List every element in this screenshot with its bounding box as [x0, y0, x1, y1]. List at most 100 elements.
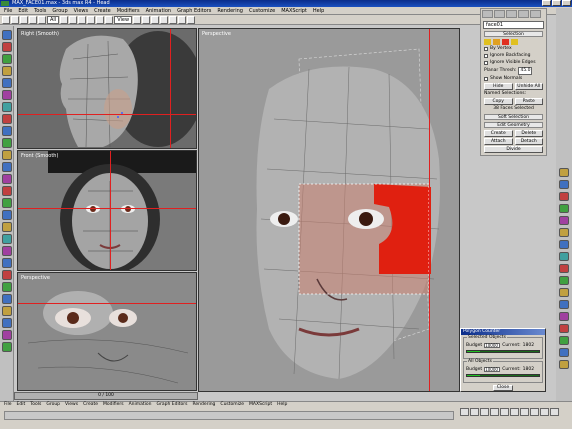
tool-icon[interactable]	[1, 294, 12, 304]
divide-button[interactable]: Divide	[484, 146, 543, 153]
viewport-label[interactable]: Perspective	[21, 275, 50, 281]
tab-hierarchy[interactable]	[506, 10, 517, 18]
reference-coordinate-dropdown[interactable]: View	[114, 15, 133, 24]
paste-button[interactable]: Paste	[514, 98, 543, 105]
tool-icon[interactable]	[1, 186, 12, 196]
tab-modify[interactable]	[494, 10, 505, 18]
vertex-icon[interactable]	[484, 39, 491, 45]
tool-icon[interactable]	[1, 198, 12, 208]
tool-icon[interactable]	[1, 30, 12, 40]
menu-item[interactable]: Graph Editors	[157, 402, 188, 408]
minimize-button[interactable]	[542, 0, 551, 6]
tool-icon[interactable]	[559, 324, 569, 333]
tool-icon[interactable]	[1, 102, 12, 112]
tool-icon[interactable]	[1, 318, 12, 328]
rotate-icon[interactable]	[96, 15, 105, 24]
all-budget-input[interactable]: 10000	[484, 367, 501, 372]
tool-icon[interactable]	[1, 270, 12, 280]
tool-icon[interactable]	[1, 78, 12, 88]
render-scene-icon[interactable]	[178, 15, 187, 24]
menu-item[interactable]: Group	[46, 402, 60, 408]
menu-item[interactable]: MAXScript	[249, 402, 272, 408]
scale-icon[interactable]	[105, 15, 114, 24]
tool-icon[interactable]	[1, 210, 12, 220]
tool-icon[interactable]	[559, 204, 569, 213]
selection-rollout[interactable]: Selection	[484, 31, 543, 37]
align-icon[interactable]	[160, 15, 169, 24]
material-editor-icon[interactable]	[169, 15, 178, 24]
tool-icon[interactable]	[1, 126, 12, 136]
tool-icon[interactable]	[1, 222, 12, 232]
menu-item[interactable]: Create	[83, 402, 98, 408]
menu-item[interactable]: Customize	[220, 402, 244, 408]
copy-button[interactable]: Copy	[484, 98, 513, 105]
tool-icon[interactable]	[559, 348, 569, 357]
mirror-icon[interactable]	[151, 15, 160, 24]
tool-icon[interactable]	[1, 138, 12, 148]
tool-icon[interactable]	[1, 342, 12, 352]
link-icon[interactable]	[20, 15, 28, 24]
undo-icon[interactable]	[2, 15, 10, 24]
tool-icon[interactable]	[559, 276, 569, 285]
tool-icon[interactable]	[1, 42, 12, 52]
maximize-viewport-icon[interactable]	[540, 408, 549, 416]
previous-frame-icon[interactable]	[470, 408, 479, 416]
menu-item[interactable]: Modifiers	[103, 402, 124, 408]
tool-icon[interactable]	[1, 66, 12, 76]
maximize-button[interactable]	[552, 0, 561, 6]
tab-motion[interactable]	[518, 10, 529, 18]
select-object-icon[interactable]	[60, 15, 69, 24]
menu-item[interactable]: Tools	[30, 402, 41, 408]
menu-item[interactable]: Tools	[34, 7, 46, 14]
tool-icon[interactable]	[559, 192, 569, 201]
region-select-icon[interactable]	[78, 15, 87, 24]
viewport-main-perspective[interactable]: Perspective	[198, 28, 460, 392]
next-frame-icon[interactable]	[490, 408, 499, 416]
checkbox[interactable]	[484, 61, 488, 65]
bind-spacewarp-icon[interactable]	[38, 15, 46, 24]
menu-item[interactable]: Animation	[129, 402, 152, 408]
planar-thresh-input[interactable]: 45.0	[518, 67, 533, 75]
checkbox[interactable]	[484, 54, 488, 58]
checkbox[interactable]	[484, 77, 488, 81]
menu-item[interactable]: Views	[65, 402, 78, 408]
menu-item[interactable]: Views	[74, 7, 88, 14]
menu-item[interactable]: Edit	[18, 7, 28, 14]
menu-item[interactable]: Help	[277, 402, 287, 408]
tool-icon[interactable]	[559, 168, 569, 177]
selected-budget-input[interactable]: 10000	[484, 343, 501, 348]
tool-icon[interactable]	[559, 216, 569, 225]
play-icon[interactable]	[480, 408, 489, 416]
tool-icon[interactable]	[559, 228, 569, 237]
menu-item[interactable]: Animation	[146, 7, 172, 14]
viewport-closeup[interactable]: Perspective	[17, 272, 197, 391]
viewport-label[interactable]: Perspective	[202, 31, 231, 37]
menu-item[interactable]: Help	[313, 7, 324, 14]
unhide-all-button[interactable]: Unhide All	[514, 83, 543, 90]
ignore-backfacing-option[interactable]: Ignore Backfacing	[484, 53, 543, 59]
menu-item[interactable]: Customize	[249, 7, 275, 14]
quick-render-icon[interactable]	[187, 15, 196, 24]
menu-item[interactable]: File	[4, 402, 12, 408]
zoom-icon[interactable]	[510, 408, 519, 416]
viewport-front[interactable]: Front (Smooth)	[17, 150, 197, 271]
selection-filter-dropdown[interactable]: All	[47, 15, 60, 24]
tool-icon[interactable]	[1, 258, 12, 268]
tool-icon[interactable]	[1, 114, 12, 124]
close-button[interactable]: Close	[493, 385, 513, 391]
arc-rotate-icon[interactable]	[530, 408, 539, 416]
edit-geometry-rollout[interactable]: Edit Geometry	[484, 122, 543, 128]
tool-icon[interactable]	[559, 300, 569, 309]
show-normals-option[interactable]: Show Normals	[484, 76, 543, 82]
tool-icon[interactable]	[1, 306, 12, 316]
viewport-label[interactable]: Right (Smooth)	[21, 31, 59, 37]
menu-item[interactable]: Rendering	[192, 402, 215, 408]
tool-icon[interactable]	[559, 288, 569, 297]
tool-icon[interactable]	[559, 252, 569, 261]
tool-icon[interactable]	[1, 174, 12, 184]
tool-icon[interactable]	[559, 312, 569, 321]
tab-display[interactable]	[530, 10, 541, 18]
pan-icon[interactable]	[520, 408, 529, 416]
menu-item[interactable]: File	[4, 7, 12, 14]
tool-icon[interactable]	[559, 336, 569, 345]
